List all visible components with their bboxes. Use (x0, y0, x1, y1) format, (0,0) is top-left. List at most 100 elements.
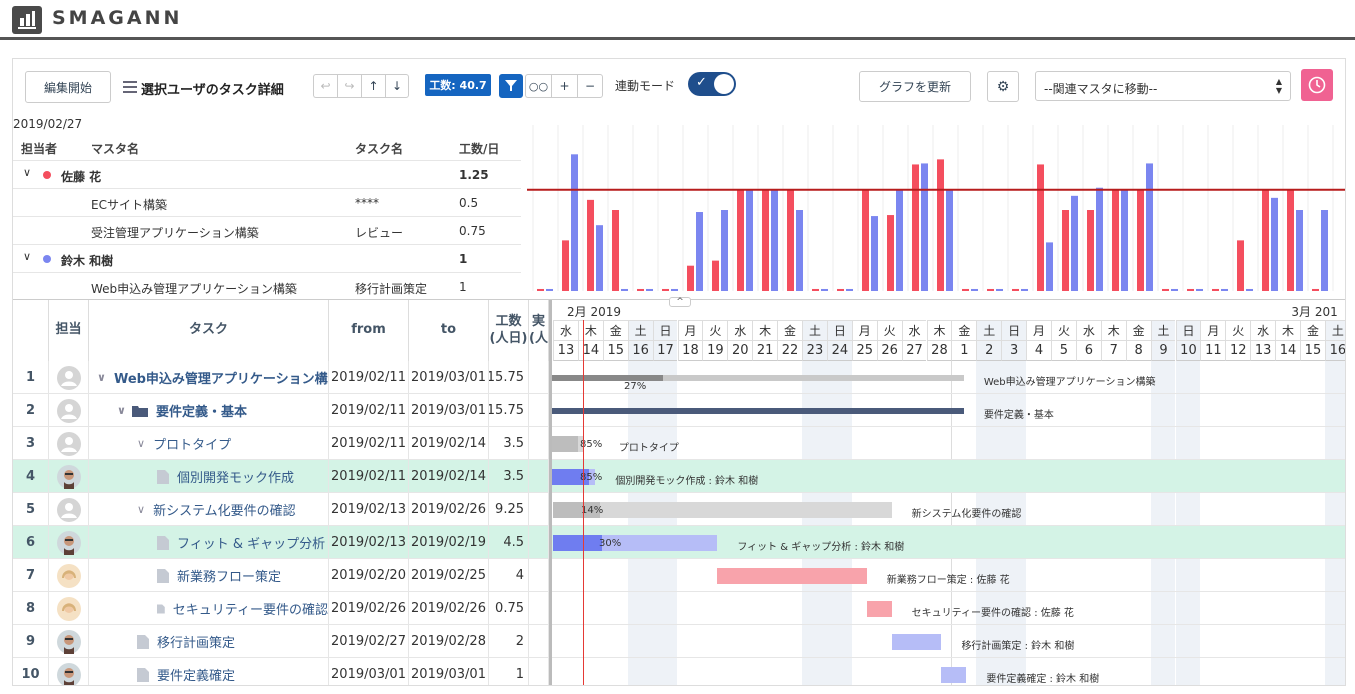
task-bar[interactable] (552, 407, 964, 414)
task-name-cell[interactable]: ∨ 要件定義・基本 (89, 394, 329, 427)
chart-bar-sato[interactable] (612, 210, 619, 291)
actual-value[interactable] (529, 625, 549, 658)
to-date[interactable]: 2019/02/25 (409, 559, 489, 592)
timeline-splitter[interactable] (549, 300, 552, 685)
link-mode-toggle[interactable]: ✓ (688, 72, 736, 96)
actual-value[interactable] (529, 427, 549, 460)
actual-value[interactable] (529, 394, 549, 427)
workload-value[interactable]: 4 (489, 559, 529, 592)
chart-bar-suzuki[interactable] (871, 216, 878, 291)
workload-value[interactable]: 15.75 (489, 361, 529, 394)
chart-bar-sato[interactable] (987, 288, 994, 291)
chart-bar-sato[interactable] (837, 288, 844, 291)
from-date[interactable]: 2019/02/11 (329, 394, 409, 427)
task-row[interactable]: 7 新業務フロー策定 2019/02/20 2019/02/25 4 (13, 559, 549, 592)
chart-bar-sato[interactable] (687, 265, 694, 291)
chart-bar-sato[interactable] (1287, 189, 1294, 291)
actual-value[interactable] (529, 493, 549, 526)
workload-value[interactable]: 15.75 (489, 394, 529, 427)
to-date[interactable]: 2019/03/01 (409, 361, 489, 394)
chart-bar-suzuki[interactable] (1321, 210, 1328, 291)
chart-bar-sato[interactable] (862, 189, 869, 291)
chart-bar-suzuki[interactable] (1246, 288, 1253, 291)
chart-bar-suzuki[interactable] (1021, 288, 1028, 291)
task-name-cell[interactable]: 要件定義確定 (89, 658, 329, 685)
chart-bar-suzuki[interactable] (921, 163, 928, 291)
chart-bar-suzuki[interactable] (1221, 288, 1228, 291)
chart-bar-sato[interactable] (562, 240, 569, 291)
redo-button[interactable]: ↪ (337, 74, 361, 98)
chart-bar-sato[interactable] (912, 164, 919, 291)
task-bar[interactable] (553, 501, 892, 518)
chart-bar-suzuki[interactable] (596, 225, 603, 291)
chart-bar-sato[interactable] (1187, 288, 1194, 291)
actual-value[interactable] (529, 559, 549, 592)
task-name-cell[interactable]: ∨ 新システム化要件の確認 (89, 493, 329, 526)
task-name-cell[interactable]: セキュリティー要件の確認 (89, 592, 329, 625)
task-row[interactable]: 8 セキュリティー要件の確認 2019/02/26 2019/02/26 0.75 (13, 592, 549, 625)
workload-value[interactable]: 0.75 (489, 592, 529, 625)
to-date[interactable]: 2019/02/28 (409, 625, 489, 658)
from-date[interactable]: 2019/02/20 (329, 559, 409, 592)
chart-bar-suzuki[interactable] (1096, 187, 1103, 291)
chart-bar-sato[interactable] (1312, 288, 1319, 291)
from-date[interactable]: 2019/02/11 (329, 361, 409, 394)
chevron-down-icon[interactable]: ∨ (137, 503, 145, 516)
workload-value[interactable]: 1 (489, 658, 529, 685)
to-date[interactable]: 2019/02/26 (409, 592, 489, 625)
chart-bar-sato[interactable] (937, 159, 944, 291)
chart-bar-sato[interactable] (1237, 240, 1244, 291)
task-row[interactable]: 10 要件定義確定 2019/03/01 2019/03/01 1 (13, 658, 549, 685)
chart-bar-sato[interactable] (737, 189, 744, 291)
chart-bar-suzuki[interactable] (946, 189, 953, 291)
chart-bar-suzuki[interactable] (621, 288, 628, 291)
refresh-graph-button[interactable]: グラフを更新 (859, 71, 971, 102)
actual-value[interactable] (529, 526, 549, 559)
chevron-down-icon[interactable]: ∨ (117, 404, 126, 417)
workload-value[interactable]: 2 (489, 625, 529, 658)
chart-bar-suzuki[interactable] (846, 288, 853, 291)
task-name-cell[interactable]: ∨ Web申込み管理アプリケーション構築 (89, 361, 329, 394)
undo-button[interactable]: ↩ (313, 74, 337, 98)
chart-bar-sato[interactable] (537, 288, 544, 291)
from-date[interactable]: 2019/02/13 (329, 493, 409, 526)
actual-value[interactable] (529, 658, 549, 685)
chart-bar-suzuki[interactable] (1146, 163, 1153, 291)
glasses-button[interactable]: ○○ (525, 74, 551, 98)
assignee-group-row[interactable]: ∨ 鈴木 和樹 1 (13, 245, 521, 273)
collapse-chart-toggle[interactable]: ^ (669, 297, 691, 307)
chart-bar-suzuki[interactable] (1271, 197, 1278, 291)
task-name-cell[interactable]: 移行計画策定 (89, 625, 329, 658)
chart-bar-suzuki[interactable] (721, 210, 728, 291)
chart-bar-sato[interactable] (1062, 210, 1069, 291)
chart-bar-sato[interactable] (1262, 189, 1269, 291)
chart-bar-suzuki[interactable] (1296, 210, 1303, 291)
move-up-button[interactable]: ↑ (361, 74, 385, 98)
chart-bar-suzuki[interactable] (1196, 288, 1203, 291)
actual-value[interactable] (529, 592, 549, 625)
chart-bar-suzuki[interactable] (746, 189, 753, 291)
task-row[interactable]: 5 ∨ 新システム化要件の確認 2019/02/13 2019/02/26 9.25 (13, 493, 549, 526)
chart-bar-sato[interactable] (812, 288, 819, 291)
move-down-button[interactable]: ↓ (385, 74, 409, 98)
to-date[interactable]: 2019/03/01 (409, 394, 489, 427)
settings-button[interactable]: ⚙ (987, 71, 1019, 102)
to-date[interactable]: 2019/03/01 (409, 658, 489, 685)
chart-bar-suzuki[interactable] (546, 288, 553, 291)
chart-bar-sato[interactable] (1212, 288, 1219, 291)
chart-bar-sato[interactable] (1137, 189, 1144, 291)
to-date[interactable]: 2019/02/14 (409, 427, 489, 460)
from-date[interactable]: 2019/02/11 (329, 427, 409, 460)
task-name-cell[interactable]: 新業務フロー策定 (89, 559, 329, 592)
grid-header-assignee[interactable]: 担当 (49, 300, 89, 361)
from-date[interactable]: 2019/02/26 (329, 592, 409, 625)
chart-bar-suzuki[interactable] (971, 288, 978, 291)
task-bar[interactable] (941, 666, 967, 683)
chart-bar-suzuki[interactable] (696, 212, 703, 291)
task-bar[interactable] (552, 374, 964, 381)
grid-header-to[interactable]: to (409, 300, 489, 361)
chart-bar-suzuki[interactable] (771, 189, 778, 291)
task-row[interactable]: 1 ∨ Web申込み管理アプリケーション構築 2019/02/11 2019/03/01… (13, 361, 549, 394)
workload-value[interactable]: 9.25 (489, 493, 529, 526)
chart-bar-sato[interactable] (1112, 189, 1119, 291)
